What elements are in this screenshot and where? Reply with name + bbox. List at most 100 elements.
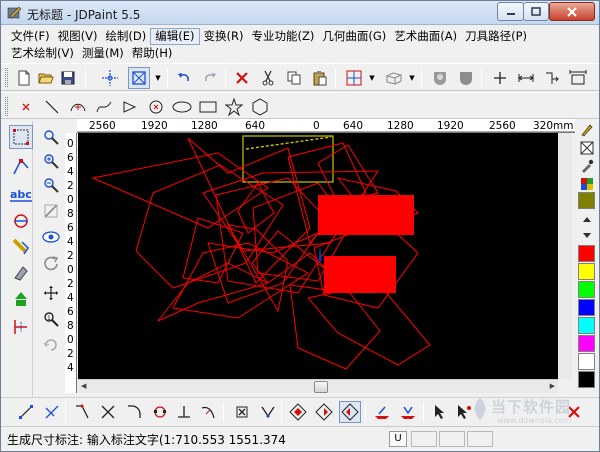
menu-art-draw[interactable]: 艺术绘制(V) <box>7 45 78 62</box>
select-tool-button[interactable] <box>9 125 33 149</box>
color-swatch-blue[interactable] <box>578 299 595 316</box>
surface-shade-button[interactable] <box>455 67 477 89</box>
scroll-left-arrow[interactable]: ◀ <box>81 382 86 390</box>
layer2-button[interactable] <box>397 401 419 423</box>
toolbar-grip[interactable] <box>5 68 8 87</box>
menu-art-surface[interactable]: 艺术曲面(A) <box>390 28 461 45</box>
line-button[interactable] <box>41 96 63 118</box>
curve-tool-button[interactable] <box>197 401 219 423</box>
transform-tool-button[interactable] <box>9 209 33 233</box>
menu-edit[interactable]: 编辑(E) <box>150 28 200 45</box>
spline-button[interactable] <box>93 96 115 118</box>
close-button[interactable] <box>549 2 595 21</box>
palette-scroll-down-button[interactable] <box>578 227 595 244</box>
circle-node-button[interactable] <box>149 401 171 423</box>
color-swatch-red[interactable] <box>578 245 595 262</box>
color-swatch-yellow[interactable] <box>578 263 595 280</box>
zoom-real-button[interactable]: 1 <box>39 307 63 331</box>
drawing-canvas[interactable] <box>78 133 558 379</box>
eyedropper-button[interactable] <box>578 157 595 174</box>
color-swatch-magenta[interactable] <box>578 335 595 352</box>
measure-distance-button[interactable] <box>515 67 537 89</box>
diamond-button[interactable] <box>287 401 309 423</box>
vertex-button[interactable] <box>257 401 279 423</box>
color-swatch-cyan[interactable] <box>578 317 595 334</box>
rectangle-button[interactable] <box>197 96 219 118</box>
menu-geometric-surface[interactable]: 几何曲面(G) <box>318 28 390 45</box>
menu-view[interactable]: 视图(V) <box>54 28 102 45</box>
select-box-button[interactable] <box>128 67 150 89</box>
pan-button[interactable] <box>39 281 63 305</box>
polyline-button[interactable] <box>119 96 141 118</box>
perpendicular-button[interactable] <box>173 401 195 423</box>
mirror-tool-button[interactable] <box>9 235 33 259</box>
horizontal-scrollbar[interactable]: ◀ ▶ <box>78 379 558 393</box>
fill-tool-button[interactable] <box>9 287 33 311</box>
color-mode-button[interactable] <box>578 175 595 192</box>
toolbar-grip[interactable] <box>5 97 8 116</box>
dimension-button[interactable] <box>567 67 589 89</box>
point-button[interactable] <box>15 96 37 118</box>
menu-professional[interactable]: 专业功能(Z) <box>247 28 318 45</box>
open-file-button[interactable] <box>35 67 57 89</box>
circle-button[interactable] <box>145 96 167 118</box>
new-file-button[interactable] <box>13 67 35 89</box>
menu-help[interactable]: 帮助(H) <box>128 45 177 62</box>
snap-grid-button[interactable] <box>343 67 365 89</box>
arc-button[interactable] <box>67 96 89 118</box>
layer-button[interactable] <box>371 401 393 423</box>
node-align-tool-button[interactable] <box>9 315 33 339</box>
polygon-button[interactable] <box>249 96 271 118</box>
box-node-button[interactable] <box>231 401 253 423</box>
pen-button[interactable] <box>578 121 595 138</box>
scroll-right-arrow[interactable]: ▶ <box>550 382 555 390</box>
ellipse-button[interactable] <box>171 96 193 118</box>
diamond2-button[interactable] <box>313 401 335 423</box>
add-point-button[interactable] <box>489 67 511 89</box>
menu-transform[interactable]: 变换(R) <box>200 28 248 45</box>
cut-button[interactable] <box>257 67 279 89</box>
rotate-view-button[interactable] <box>39 333 63 357</box>
text-tool-button[interactable]: abc <box>9 183 33 207</box>
trim-button[interactable] <box>41 401 63 423</box>
shade-toggle-button[interactable] <box>429 67 451 89</box>
snap-grid-dropdown[interactable]: ▼ <box>367 67 377 89</box>
redo-button[interactable] <box>199 67 221 89</box>
zoom-out-button[interactable] <box>39 173 63 197</box>
fill-toggle-button[interactable] <box>578 139 595 156</box>
delete-button[interactable] <box>231 67 253 89</box>
refresh-view-button[interactable] <box>39 251 63 275</box>
cross-trim-button[interactable] <box>97 401 119 423</box>
zoom-in-button[interactable] <box>39 149 63 173</box>
zoom-window-button[interactable] <box>39 125 63 149</box>
color-swatch-black[interactable] <box>578 371 595 388</box>
align-button[interactable] <box>541 67 563 89</box>
select-box-dropdown[interactable]: ▼ <box>153 67 163 89</box>
copy-button[interactable] <box>283 67 305 89</box>
corner-button[interactable] <box>71 401 93 423</box>
line-tool-button[interactable] <box>15 401 37 423</box>
3d-view-dropdown[interactable]: ▼ <box>407 67 417 89</box>
palette-scroll-up-button[interactable] <box>578 210 595 227</box>
crosshair-button[interactable] <box>99 67 121 89</box>
menu-draw[interactable]: 绘制(D) <box>101 28 150 45</box>
menu-toolpath[interactable]: 刀具路径(P) <box>461 28 531 45</box>
zoom-fit-button[interactable] <box>39 199 63 223</box>
horizontal-scroll-thumb[interactable] <box>314 381 328 393</box>
arc-corner-button[interactable] <box>123 401 145 423</box>
save-button[interactable] <box>57 67 79 89</box>
star-button[interactable] <box>223 96 245 118</box>
undo-button[interactable] <box>173 67 195 89</box>
cursor-button[interactable] <box>429 401 451 423</box>
eraser-tool-button[interactable] <box>9 261 33 285</box>
vertical-scrollbar[interactable] <box>558 133 572 379</box>
eye-view-button[interactable] <box>39 225 63 249</box>
color-swatch-white[interactable] <box>578 353 595 370</box>
paste-button[interactable] <box>309 67 331 89</box>
diamond3-button[interactable] <box>339 401 361 423</box>
node-edit-tool-button[interactable] <box>9 155 33 179</box>
maximize-button[interactable] <box>523 2 549 21</box>
color-swatch-olive[interactable] <box>578 192 595 209</box>
menu-measure[interactable]: 测量(M) <box>78 45 128 62</box>
color-swatch-green[interactable] <box>578 281 595 298</box>
